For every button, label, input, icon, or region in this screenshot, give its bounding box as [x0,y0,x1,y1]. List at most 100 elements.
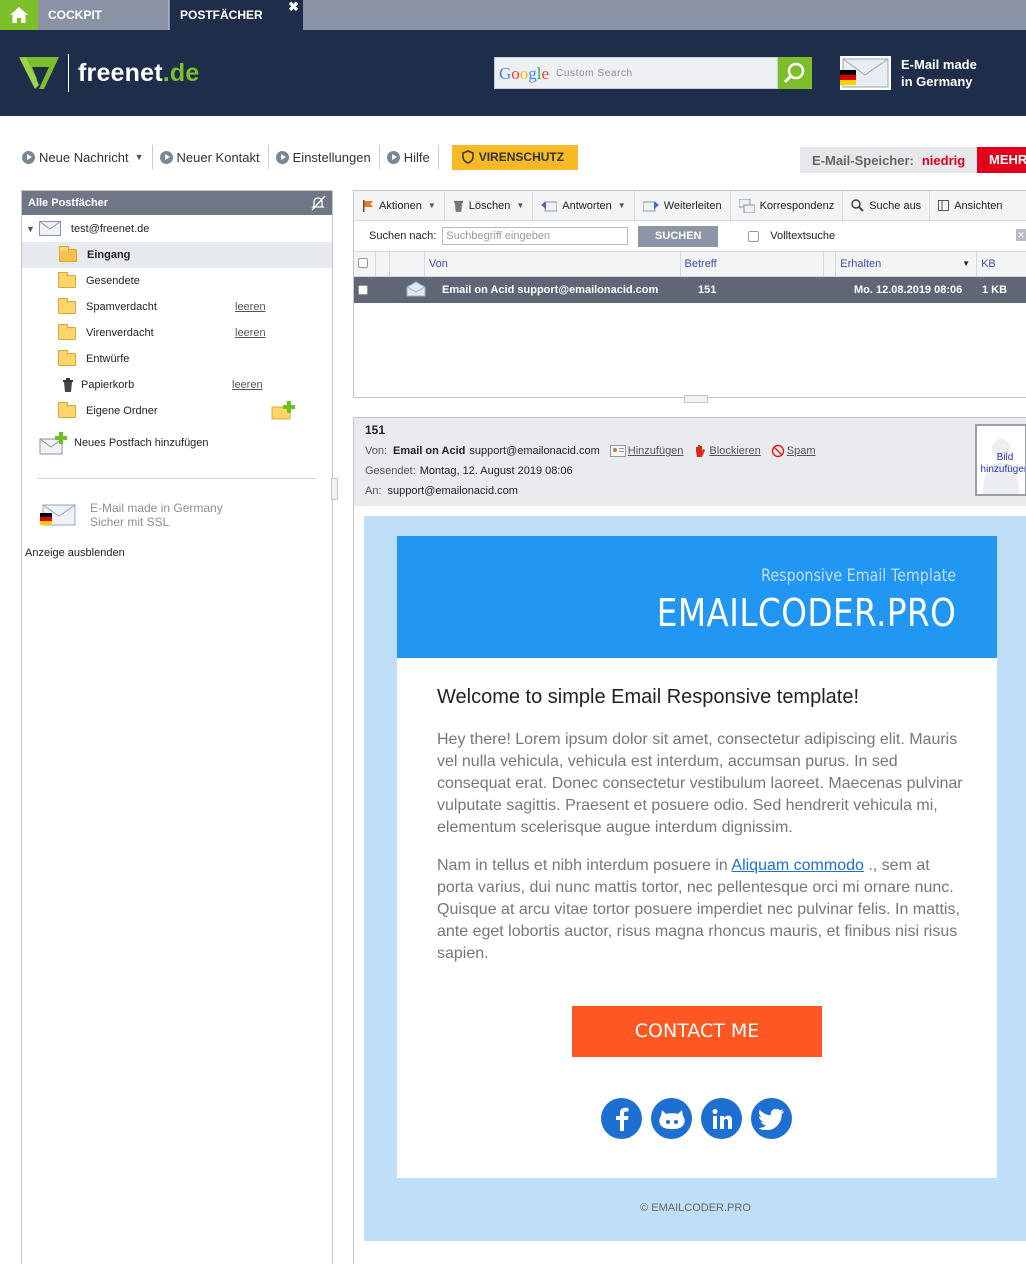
new-contact-button[interactable]: Neuer Kontakt [159,144,268,170]
add-photo-button[interactable]: Bild hinzufügen [975,424,1026,496]
contact-me-button[interactable]: CONTACT ME [572,1006,822,1057]
column-received[interactable]: Erhalten ▼ [836,252,978,276]
fulltext-label: Volltextsuche [770,230,836,242]
tab-postfaecher[interactable]: POSTFÄCHER ✖ [170,0,303,30]
germany-envelope-icon [40,504,76,526]
folder-label: Virenverdacht [86,327,154,339]
sidebar-divider [37,478,317,479]
column-subject[interactable]: Betreff [681,252,825,276]
folder-trash[interactable]: Papierkorb leeren [22,372,332,398]
settings-button[interactable]: Einstellungen [275,144,379,170]
account-row[interactable]: ▼ test@freenet.de [22,215,332,242]
sent-row: Gesendet: Montag, 12. August 2019 08:06 [365,465,573,477]
list-toolbar: Aktionen ▼ Löschen ▼ Antworten ▼ Weiterleit… [354,190,1026,221]
github-icon[interactable] [651,1098,692,1139]
empty-virus-link[interactable]: leeren [235,327,266,339]
new-message-button[interactable]: Neue Nachricht ▼ [22,144,152,170]
play-circle-icon [22,150,35,164]
column-size-label: KB [981,258,996,270]
row-checkbox[interactable] [358,285,368,295]
hero-title: EMAILCODER.PRO [656,591,956,635]
sidebar-ad[interactable]: E-Mail made in Germany Sicher mit SSL [22,501,332,529]
folder-spam[interactable]: Spamverdacht leeren [22,294,332,320]
column-spacer [824,252,837,276]
toolbar-separator [151,145,153,169]
column-from[interactable]: Von [425,252,681,276]
reply-button[interactable]: Antworten ▼ [533,190,635,221]
row-checkbox-cell[interactable] [354,277,376,303]
message-row[interactable]: Email on Acid support@emailonacid.com 15… [354,277,1026,303]
chevron-down-icon: ▼ [617,201,626,210]
toolbar-separator [267,145,269,169]
empty-spam-link[interactable]: leeren [235,301,266,313]
open-folder-icon [59,245,77,262]
sidebar-title: Alle Postfächer [28,197,109,209]
from-row: Von: Email on Acid support@emailonacid.c… [365,444,816,458]
email-paragraph-2: Nam in tellus et nibh interdum posuere i… [437,855,967,965]
twitter-icon[interactable] [751,1098,792,1139]
add-photo-line2: hinzufügen [980,464,1026,475]
folder-sent[interactable]: Gesendete [22,268,332,294]
virus-protection-button[interactable]: VIRENSCHUTZ [451,144,579,170]
forward-label: Weiterleiten [663,199,722,212]
select-all-column[interactable] [354,252,376,276]
hide-ad-link[interactable]: Anzeige ausblenden [25,547,332,559]
column-size[interactable]: KB [977,252,1026,276]
search-toggle-button[interactable]: Suche aus [843,190,931,221]
aliquam-commodo-link[interactable]: Aliquam commodo [731,857,864,874]
add-contact-link[interactable]: Hinzufügen [609,445,683,457]
mark-spam-label: Spam [786,445,816,457]
google-search-input[interactable]: Google Custom Search [494,57,778,89]
linkedin-icon[interactable] [701,1098,742,1139]
actions-menu[interactable]: Aktionen ▼ [354,190,445,221]
message-list-header: Von Betreff Erhalten ▼ KB [354,251,1026,277]
folder-own[interactable]: Eigene Ordner [22,398,332,424]
home-icon [10,7,28,23]
close-search-icon[interactable]: ✕ [1016,229,1026,241]
collapse-triangle-icon[interactable]: ▼ [26,224,35,234]
made-in-germany-text: E-Mail made in Germany [901,56,977,90]
delete-button[interactable]: Löschen ▼ [445,190,534,221]
correspondence-button[interactable]: Korrespondenz [731,190,844,221]
correspondence-label: Korrespondenz [759,199,835,212]
mark-spam-link[interactable]: Spam [771,444,816,458]
folder-label: Papierkorb [81,379,135,391]
forward-button[interactable]: Weiterleiten [635,190,731,221]
empty-trash-link[interactable]: leeren [232,379,263,391]
email-hero: Responsive Email Template EMAILCODER.PRO [397,536,997,658]
more-storage-button[interactable]: MEHR [977,147,1026,173]
main-toolbar: Neue Nachricht ▼ Neuer Kontakt Einstellun… [22,144,579,170]
freenet-logo[interactable]: freenet.de [18,54,200,92]
folder-virus[interactable]: Virenverdacht leeren [22,320,332,346]
message-subject: 151 [698,284,717,296]
mail-search-input[interactable]: Suchbegriff eingeben [442,227,629,245]
help-label: Hilfe [403,149,430,165]
folder-inbox[interactable]: Eingang [22,242,332,268]
envelope-icon [38,221,61,236]
search-button[interactable] [778,57,812,89]
hand-icon [696,445,706,457]
folder-drafts[interactable]: Entwürfe [22,346,332,372]
close-tab-icon[interactable]: ✖ [288,0,299,15]
logo-main: freenet [78,58,163,87]
hero-subtitle: Responsive Email Template [761,566,956,586]
list-resize-handle[interactable] [684,395,708,403]
chevron-down-icon: ▼ [134,152,144,162]
home-tab[interactable] [0,0,38,30]
views-menu[interactable]: Ansichten [930,191,1010,221]
block-sender-link[interactable]: Blockieren [693,444,761,458]
fulltext-checkbox[interactable] [748,230,760,242]
mute-bell-icon[interactable] [310,195,326,211]
add-folder-icon[interactable] [271,400,297,420]
search-submit-button[interactable]: SUCHEN [638,225,719,247]
column-flag[interactable] [376,252,390,276]
sidebar-header: Alle Postfächer [22,191,332,215]
sidebar-resize-handle[interactable] [331,478,338,500]
help-button[interactable]: Hilfe [386,144,438,170]
facebook-icon[interactable] [601,1098,642,1139]
select-all-checkbox[interactable] [358,258,368,268]
column-icon[interactable] [390,252,425,276]
storage-label: E-Mail-Speicher: [812,152,914,168]
add-mailbox-row[interactable]: Neues Postfach hinzufügen [22,428,332,458]
tab-cockpit[interactable]: COCKPIT [38,0,169,30]
